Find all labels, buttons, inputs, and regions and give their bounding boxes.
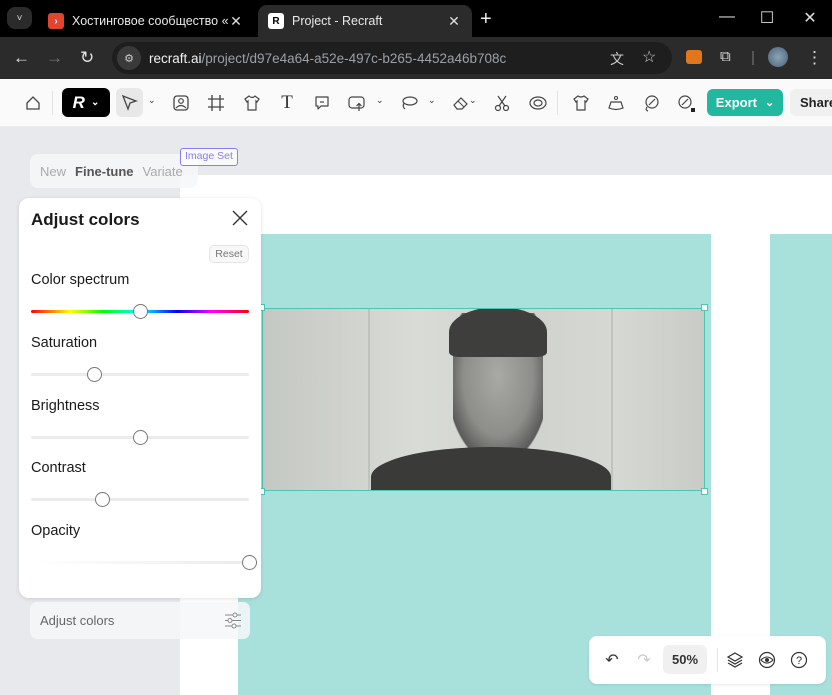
tab-close-icon[interactable]: ✕ <box>228 13 244 30</box>
image-icon[interactable] <box>169 91 193 115</box>
mockup-surface-icon[interactable] <box>604 91 628 115</box>
mode-tabs: New Fine-tune Variate <box>30 154 198 188</box>
frame-tool-icon[interactable] <box>204 91 228 115</box>
image-set-tag[interactable]: Image Set <box>180 148 238 166</box>
maximize-button[interactable]: ☐ <box>752 8 782 28</box>
lasso-icon[interactable] <box>397 91 421 115</box>
site-info-icon[interactable]: ⚙ <box>117 46 141 70</box>
scissors-icon[interactable] <box>490 91 514 115</box>
chevron-down-icon[interactable]: ⌄ <box>428 95 436 106</box>
forward-icon[interactable]: → <box>46 48 63 68</box>
new-tab-button[interactable]: + <box>480 8 492 31</box>
timeweb-favicon-icon: › <box>48 13 64 29</box>
select-tool-button[interactable] <box>116 88 143 117</box>
divider <box>752 51 754 65</box>
slider-thumb[interactable] <box>132 304 148 319</box>
url-text: recraft.ai/project/d97e4a64-a52e-497c-b2… <box>149 50 507 66</box>
saturation-label: Saturation <box>31 335 98 351</box>
slider-thumb[interactable] <box>95 492 111 507</box>
profile-avatar[interactable] <box>768 47 788 67</box>
brightness-slider[interactable] <box>31 430 249 445</box>
chevron-down-icon[interactable]: ⌄ <box>148 95 156 106</box>
reload-icon[interactable]: ↻ <box>80 48 94 68</box>
color-spectrum-label: Color spectrum <box>31 272 130 288</box>
svg-text:?: ? <box>796 655 802 667</box>
divider <box>52 91 53 115</box>
resize-handle[interactable] <box>701 488 708 495</box>
contrast-slider[interactable] <box>31 492 249 507</box>
close-icon[interactable] <box>231 209 249 227</box>
panel-title: Adjust colors <box>31 210 140 229</box>
slider-thumb[interactable] <box>241 555 257 570</box>
text-tool-icon[interactable]: T <box>275 91 299 115</box>
saturation-slider[interactable] <box>31 367 249 382</box>
chevron-down-icon[interactable]: ⌄ <box>469 95 477 106</box>
chevron-down-icon: ˅ <box>16 12 23 24</box>
redo-icon[interactable]: ↷ <box>634 650 654 670</box>
tshirt-mockup-icon[interactable] <box>569 91 593 115</box>
opacity-slider[interactable] <box>31 555 257 570</box>
adjust-colors-label: Adjust colors <box>40 613 115 628</box>
reset-button[interactable]: Reset <box>209 245 249 263</box>
slider-thumb[interactable] <box>132 430 148 445</box>
bottom-toolbar: ↶ ↷ 50% ? <box>589 636 826 684</box>
recraft-logo-menu-button[interactable]: R ⌄ <box>62 88 110 117</box>
browser-menu-icon[interactable]: ⋮ <box>806 48 823 68</box>
address-bar: ← → ↻ ⚙ recraft.ai/project/d97e4a64-a52e… <box>0 37 832 79</box>
chevron-down-icon: ⌄ <box>764 97 775 109</box>
tab-fine-tune[interactable]: Fine-tune <box>75 164 134 179</box>
portrait-photo <box>263 309 704 490</box>
browser-tab-recraft[interactable]: R Project - Recraft ✕ <box>258 5 472 37</box>
sliders-icon[interactable] <box>224 612 242 629</box>
zoom-level-button[interactable]: 50% <box>663 645 707 674</box>
tab-title: Project - Recraft <box>292 14 383 28</box>
home-icon[interactable] <box>21 91 45 115</box>
tab-variate[interactable]: Variate <box>143 164 183 179</box>
recraft-favicon-icon: R <box>268 13 284 29</box>
selected-image[interactable] <box>262 308 705 491</box>
minimize-button[interactable]: — <box>712 8 742 26</box>
extensions-puzzle-icon[interactable]: ⧉ <box>720 48 731 65</box>
url-input[interactable]: ⚙ recraft.ai/project/d97e4a64-a52e-497c-… <box>112 42 672 74</box>
browser-tab-bar: ˅ › Хостинговое сообщество «Tim ✕ R Proj… <box>0 0 832 37</box>
metamask-extension-icon[interactable] <box>686 50 702 64</box>
help-icon[interactable]: ? <box>789 650 809 670</box>
back-icon[interactable]: ← <box>13 48 30 68</box>
layers-icon[interactable] <box>725 650 745 670</box>
contrast-label: Contrast <box>31 460 86 476</box>
share-button[interactable]: Share <box>790 89 832 116</box>
brightness-label: Brightness <box>31 398 100 414</box>
comment-icon[interactable] <box>310 91 334 115</box>
color-spectrum-slider[interactable] <box>31 304 249 319</box>
slider-thumb[interactable] <box>86 367 102 382</box>
chevron-down-icon: ⌄ <box>90 97 100 108</box>
tab-list-button[interactable]: ˅ <box>7 7 32 29</box>
resize-handle[interactable] <box>701 304 708 311</box>
export-button[interactable]: Export ⌄ <box>707 89 783 116</box>
mockup-shirt-icon[interactable] <box>240 91 264 115</box>
vectorize-icon[interactable] <box>639 91 663 115</box>
app-toolbar: R⌄ ⌄ T ⌄ ⌄ ⌄ Export⌄ Share <box>0 79 832 127</box>
bookmark-star-icon[interactable]: ☆ <box>642 47 656 67</box>
upload-image-icon[interactable] <box>345 91 369 115</box>
tab-new[interactable]: New <box>40 164 66 179</box>
window-close-button[interactable]: ✕ <box>795 8 825 28</box>
teal-frame-right[interactable] <box>770 234 832 695</box>
opacity-label: Opacity <box>31 523 81 539</box>
divider <box>557 91 558 115</box>
eye-preview-icon[interactable] <box>757 650 777 670</box>
browser-tab-timeweb[interactable]: › Хостинговое сообщество «Tim ✕ <box>38 5 254 37</box>
divider <box>717 648 718 672</box>
tab-close-icon[interactable]: ✕ <box>446 13 462 30</box>
adjust-colors-row[interactable]: Adjust colors <box>30 602 250 639</box>
locked-feature-icon[interactable] <box>674 91 698 115</box>
translate-icon[interactable]: 文 <box>610 49 624 69</box>
adjust-colors-panel: Adjust colors Reset Color spectrum Satur… <box>19 198 261 598</box>
undo-icon[interactable]: ↶ <box>602 650 622 670</box>
chevron-down-icon[interactable]: ⌄ <box>376 95 384 106</box>
upscale-icon[interactable] <box>526 91 550 115</box>
tab-title: Хостинговое сообщество «Tim <box>72 14 228 28</box>
